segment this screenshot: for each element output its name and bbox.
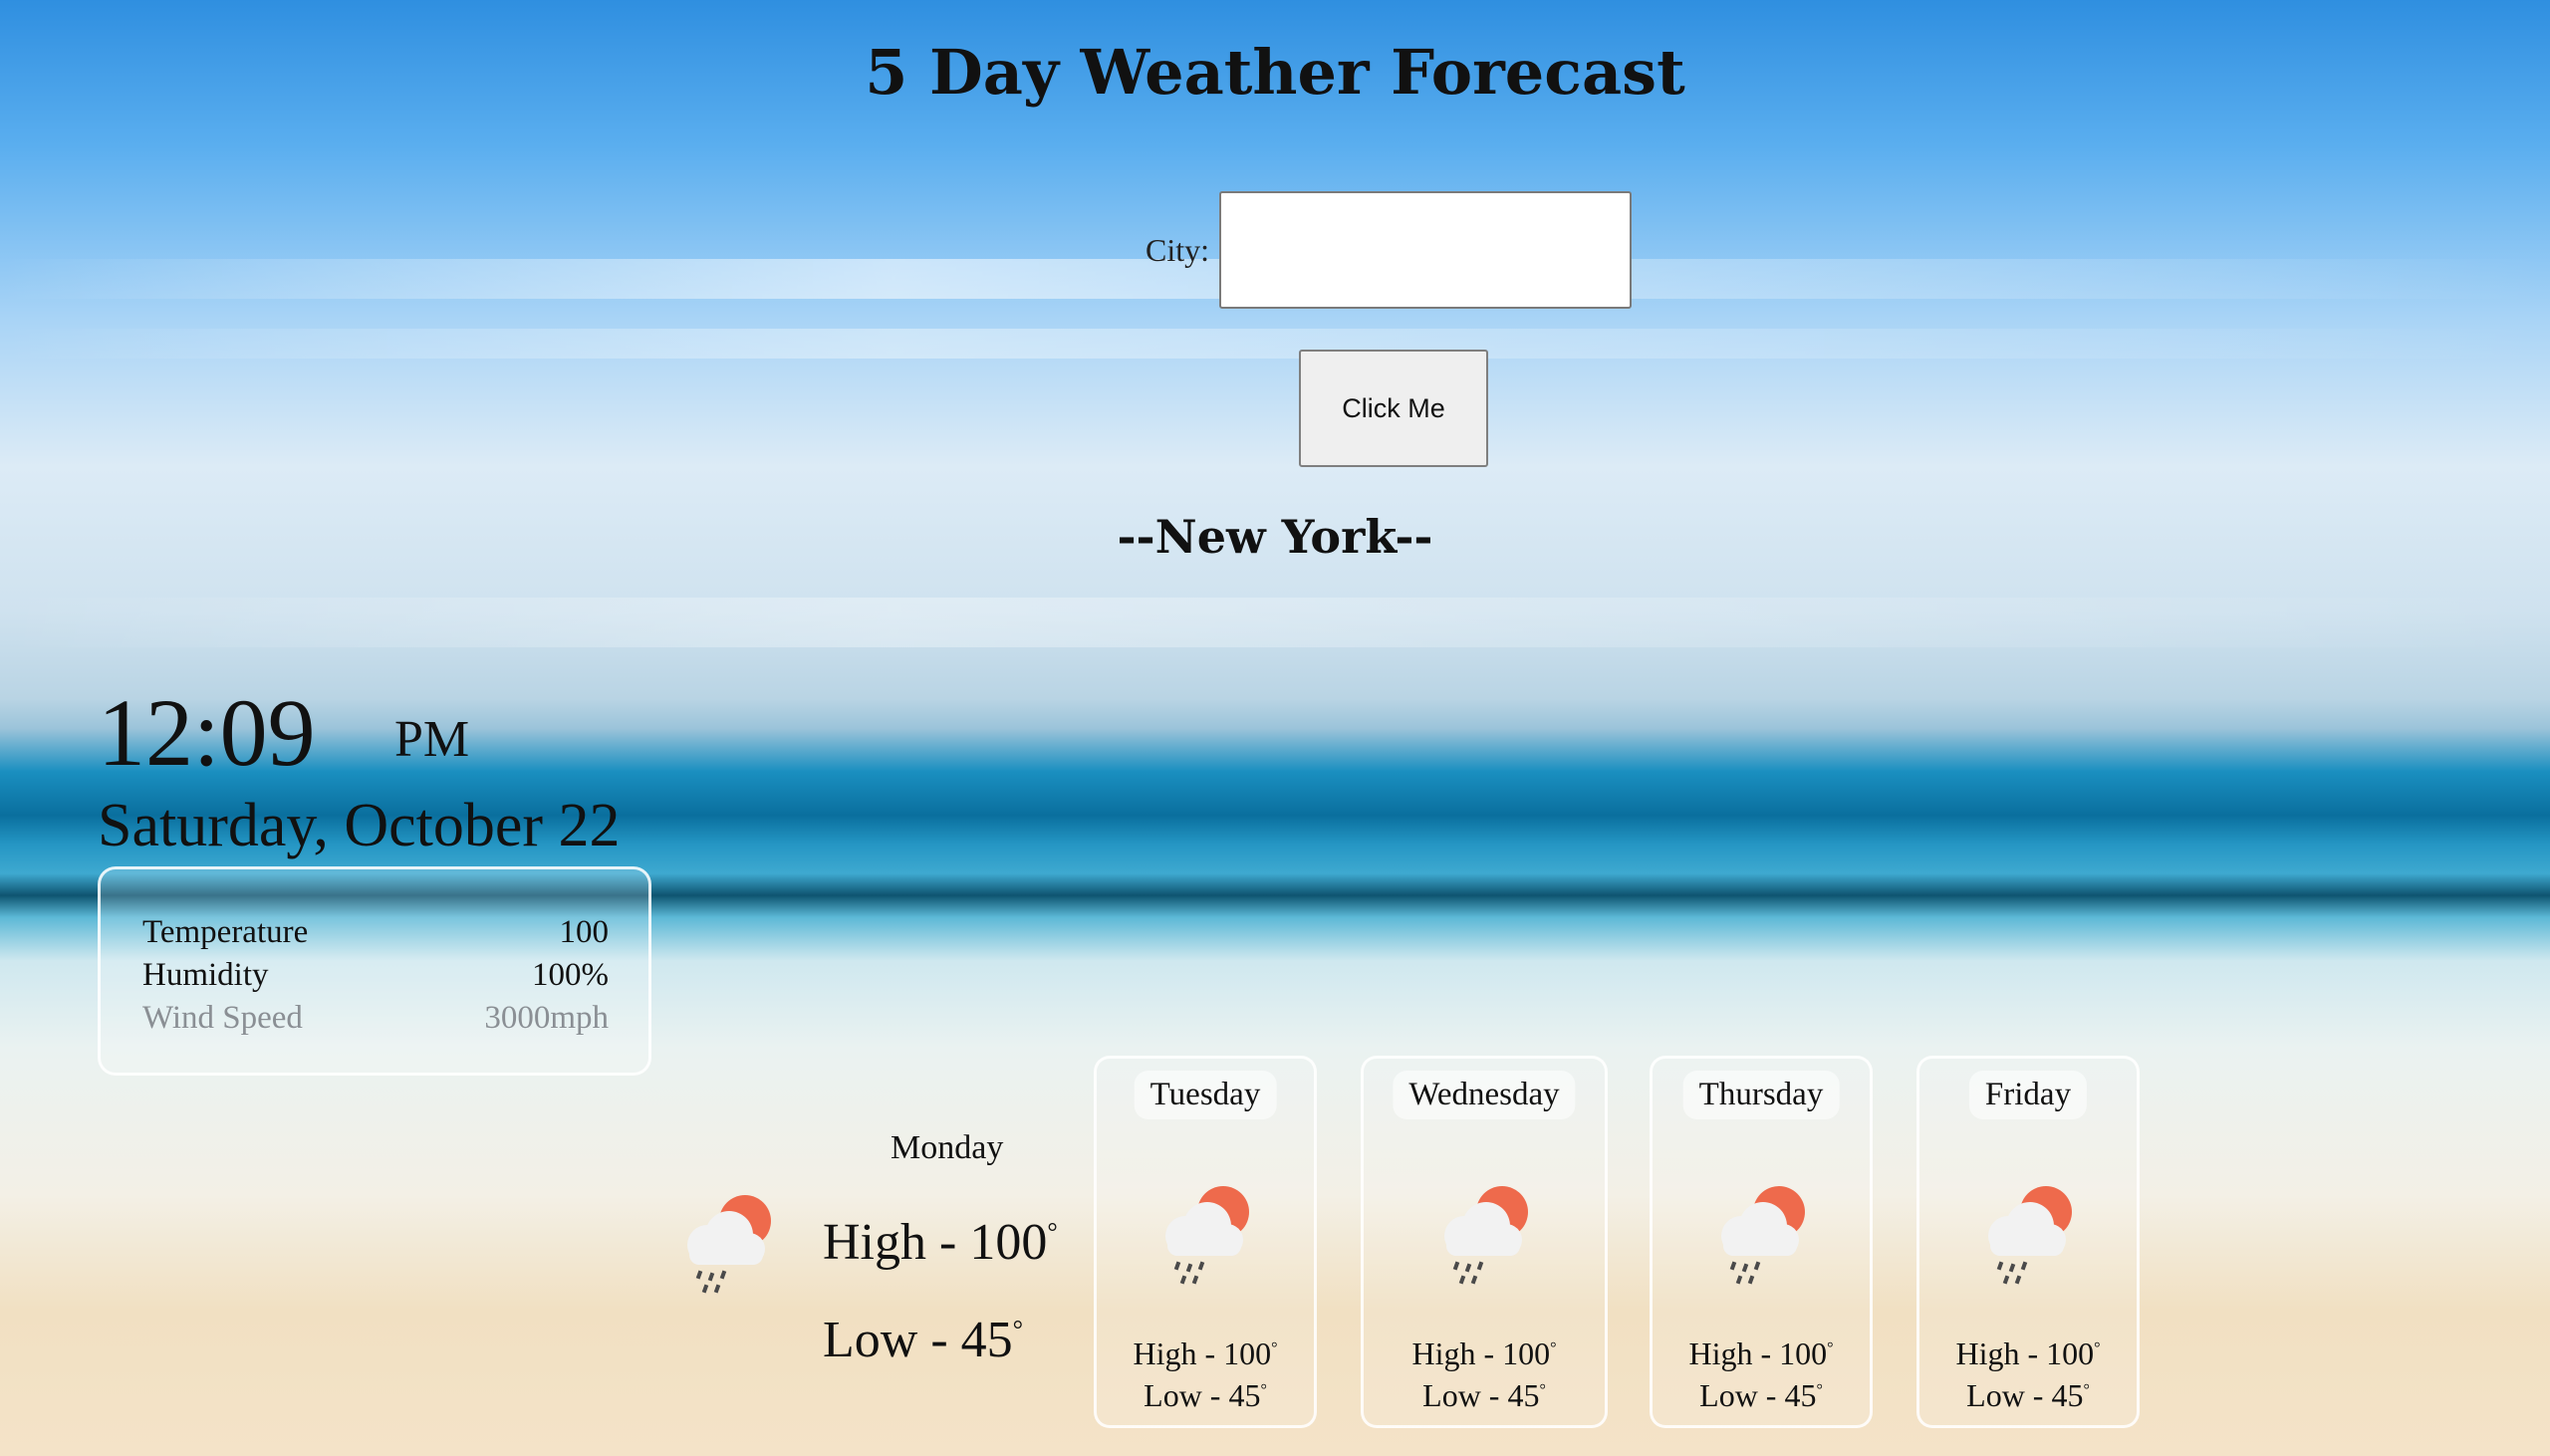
forecast-day-thursday: Thursday High - 100° Low - 45°: [1650, 1056, 1873, 1428]
rain-sun-cloud-icon: [1146, 1178, 1265, 1288]
clock-time: 12:09: [98, 679, 316, 786]
forecast-low: Low - 45°: [823, 1312, 1024, 1368]
humidity-value: 100%: [532, 957, 609, 993]
sky-streak: [0, 329, 2550, 359]
forecast-day-friday: Friday High - 100° Low - 45°: [1916, 1056, 2140, 1428]
forecast-high: High - 100°: [1688, 1335, 1834, 1371]
forecast-high: High - 100°: [1955, 1335, 2101, 1371]
temperature-value: 100: [559, 914, 610, 950]
rain-sun-cloud-icon: [667, 1187, 787, 1297]
page-title: 5 Day Weather Forecast: [865, 36, 1685, 109]
rain-sun-cloud-icon: [1701, 1178, 1821, 1288]
forecast-day-name: Friday: [1968, 1071, 2088, 1119]
forecast-day-name: Monday: [891, 1129, 1004, 1166]
city-label: City:: [1146, 231, 1210, 268]
wind-value: 3000mph: [484, 1000, 609, 1036]
forecast-high: High - 100°: [1411, 1335, 1557, 1371]
forecast-day-name: Wednesday: [1393, 1071, 1576, 1119]
forecast-day-wednesday: Wednesday High - 100° Low - 45°: [1361, 1056, 1608, 1428]
city-search-row: City:: [1146, 191, 1633, 309]
humidity-label: Humidity: [142, 957, 269, 993]
wind-label: Wind Speed: [142, 1000, 303, 1036]
current-conditions-card: Temperature 100 Humidity 100% Wind Speed…: [98, 866, 651, 1076]
forecast-day-tuesday: Tuesday High - 100° Low - 45°: [1094, 1056, 1317, 1428]
submit-button[interactable]: Click Me: [1299, 350, 1488, 467]
current-date: Saturday, October 22: [98, 792, 621, 859]
forecast-low: Low - 45°: [1966, 1377, 2090, 1413]
clock-ampm: PM: [394, 711, 470, 768]
city-input[interactable]: [1219, 191, 1633, 309]
forecast-low: Low - 45°: [1699, 1377, 1823, 1413]
temperature-label: Temperature: [142, 914, 309, 950]
city-heading: --New York--: [1117, 510, 1433, 564]
wind-row: Wind Speed 3000mph: [142, 997, 609, 1040]
forecast-high: High - 100°: [1133, 1335, 1278, 1371]
rain-sun-cloud-icon: [1424, 1178, 1544, 1288]
rain-sun-cloud-icon: [1968, 1178, 2088, 1288]
temperature-row: Temperature 100: [142, 911, 609, 954]
forecast-low: Low - 45°: [1422, 1377, 1546, 1413]
forecast-day-monday: Monday High - 100° Low - 45°: [667, 1117, 1086, 1376]
forecast-high: High - 100°: [823, 1214, 1058, 1271]
forecast-day-name: Thursday: [1682, 1071, 1840, 1119]
sky-streak: [0, 598, 2550, 647]
forecast-day-name: Tuesday: [1134, 1071, 1277, 1119]
forecast-low: Low - 45°: [1144, 1377, 1267, 1413]
humidity-row: Humidity 100%: [142, 954, 609, 997]
